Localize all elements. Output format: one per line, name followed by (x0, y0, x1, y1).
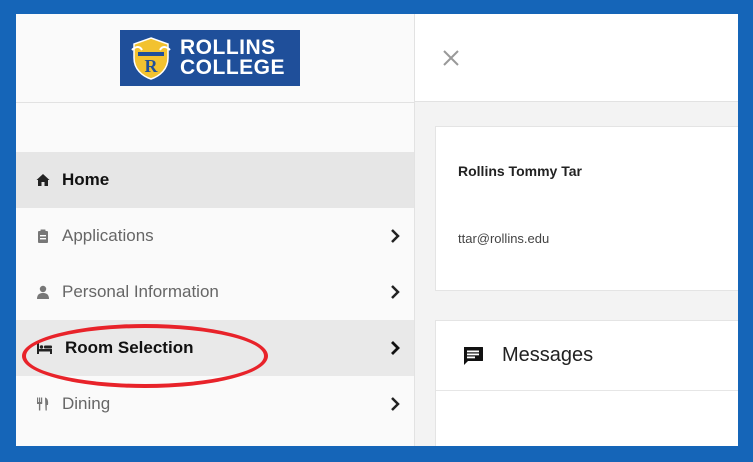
sidebar-nav: Home Applications Personal Information R… (16, 152, 414, 432)
chevron-right-icon (391, 341, 400, 355)
sidebar: R ROLLINS COLLEGE Home Applications Pers… (16, 14, 415, 446)
sidebar-item-label: Applications (62, 226, 154, 245)
logo-line-2: COLLEGE (180, 56, 286, 79)
chevron-right-icon (391, 285, 400, 299)
sidebar-item-label: Personal Information (62, 282, 219, 301)
sidebar-item-label: Home (62, 170, 110, 189)
sidebar-item-label: Room Selection (65, 338, 194, 357)
close-icon[interactable] (439, 46, 463, 70)
chevron-right-icon (391, 229, 400, 243)
sidebar-item-room-selection[interactable]: Room Selection (16, 320, 414, 376)
sidebar-item-personal-information[interactable]: Personal Information (16, 264, 414, 320)
rollins-logo[interactable]: R ROLLINS COLLEGE (120, 30, 300, 86)
messages-header[interactable]: Messages (436, 321, 738, 391)
home-icon (36, 174, 50, 186)
app-window: R ROLLINS COLLEGE Home Applications Pers… (16, 14, 738, 446)
profile-email: ttar@rollins.edu (458, 231, 550, 246)
sidebar-item-applications[interactable]: Applications (16, 208, 414, 264)
chevron-right-icon (391, 397, 400, 411)
logo-line-1: ROLLINS (180, 36, 276, 59)
clipboard-icon (38, 229, 48, 243)
top-bar (415, 14, 738, 102)
logo-wordmark: ROLLINS COLLEGE (180, 36, 286, 79)
sidebar-item-label: Dining (62, 394, 111, 413)
svg-text:R: R (145, 56, 159, 76)
person-icon (37, 285, 49, 299)
bed-icon (37, 343, 52, 354)
messages-title: Messages (502, 344, 594, 366)
profile-name: Rollins Tommy Tar (458, 163, 582, 179)
crest-icon: R (131, 37, 171, 80)
messages-card: Messages (435, 320, 738, 446)
sidebar-item-dining[interactable]: Dining (16, 376, 414, 432)
profile-card: Rollins Tommy Tar ttar@rollins.edu (435, 126, 738, 291)
logo-area: R ROLLINS COLLEGE (16, 14, 414, 103)
main-content: Rollins Tommy Tar ttar@rollins.edu Messa… (415, 14, 738, 446)
message-icon (464, 346, 483, 365)
utensils-icon (37, 397, 49, 411)
sidebar-item-home[interactable]: Home (16, 152, 414, 208)
